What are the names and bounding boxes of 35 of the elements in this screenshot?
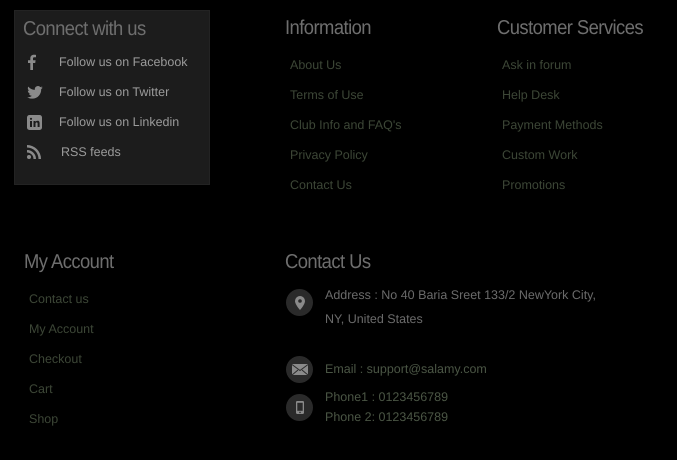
footer-link[interactable]: About Us xyxy=(285,50,342,80)
footer-link[interactable]: Help Desk xyxy=(497,80,560,110)
footer-link[interactable]: Privacy Policy xyxy=(285,140,368,170)
footer-link[interactable]: Shop xyxy=(24,404,58,434)
contact-text: Address : No 40 Baria Sreet 133/2 NewYork City, NY, United States xyxy=(325,287,597,328)
section-heading: Information xyxy=(285,17,371,40)
footer-link[interactable]: Ask in forum xyxy=(497,50,572,80)
section-heading: Customer Services xyxy=(497,17,644,40)
section-heading: Contact Us xyxy=(285,251,370,274)
contact-text: Email : support@salamy.com xyxy=(325,361,487,378)
linkedin-icon xyxy=(27,114,42,130)
footer-link[interactable]: Payment Methods xyxy=(497,110,603,140)
footer-link[interactable]: Checkout xyxy=(24,344,82,374)
envelope-icon xyxy=(286,356,313,383)
footer-link[interactable]: Contact Us xyxy=(285,170,352,200)
footer-link[interactable]: Promotions xyxy=(497,170,566,200)
map-pin-icon xyxy=(286,289,313,316)
social-link[interactable]: RSS feeds xyxy=(61,145,121,159)
rss-icon xyxy=(27,145,41,159)
footer-link[interactable]: Club Info and FAQ's xyxy=(285,110,402,140)
contact-text: Phone 2: 0123456789 xyxy=(325,409,448,426)
section-heading: Connect with us xyxy=(23,18,146,41)
bird-icon xyxy=(27,86,43,98)
phone-icon xyxy=(286,394,313,421)
footer-link[interactable]: Terms of Use xyxy=(285,80,364,110)
contact-text: Phone1 : 0123456789 xyxy=(325,389,448,406)
social-link[interactable]: Follow us on Twitter xyxy=(59,85,170,99)
facebook-icon xyxy=(27,54,36,70)
social-link[interactable]: Follow us on Linkedin xyxy=(59,115,180,129)
social-link[interactable]: Follow us on Facebook xyxy=(59,55,188,69)
footer-link[interactable]: Custom Work xyxy=(497,140,578,170)
footer-link[interactable]: Cart xyxy=(24,374,53,404)
footer-link[interactable]: Contact us xyxy=(24,284,89,314)
section-heading: My Account xyxy=(24,251,114,274)
footer-link[interactable]: My Account xyxy=(24,314,94,344)
